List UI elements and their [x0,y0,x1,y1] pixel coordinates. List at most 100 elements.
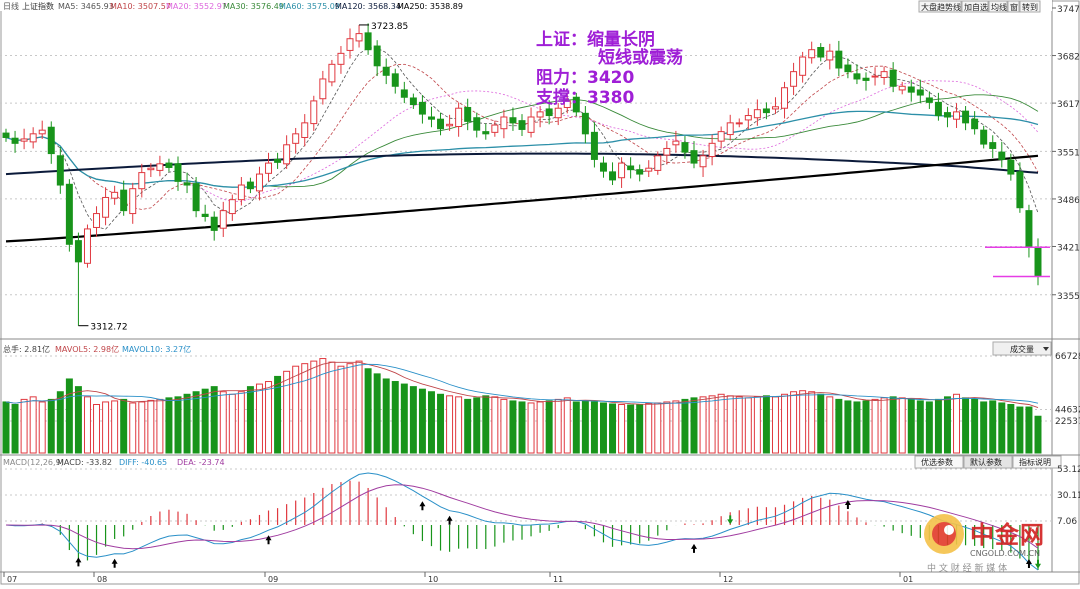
annotation-line-4: 支撑：3380 [536,87,634,108]
volume-bar [880,397,888,454]
volume-bar [292,365,300,454]
candle-body [473,117,481,131]
candle-body [120,189,128,212]
candle-body [971,118,979,130]
indicator-selector-label[interactable]: 成交量 [1010,344,1034,354]
volume-bar [509,400,517,454]
volume-bar [102,401,110,454]
candle-body [753,109,761,119]
candle-body [228,199,236,215]
volume-bar [563,397,571,454]
volume-bar [38,401,46,454]
toolbar-button-label[interactable]: 大盘趋势线 [921,2,961,12]
toolbar-button-label[interactable]: 加自选 [964,2,988,12]
volume-bar [1034,415,1042,454]
volume-bar [129,402,137,454]
volume-bar [889,396,897,454]
volume-bar [138,401,146,454]
candle-body [1034,246,1042,277]
volume-bar [844,400,852,454]
candle-body [962,110,970,124]
price-y-tick-label: 3747 [1057,5,1080,15]
volume-bar [817,393,825,454]
volume-bar [400,383,408,454]
volume-bar [11,404,19,454]
indicator-selector[interactable]: 成交量成交量 [992,341,1052,356]
price-y-tick-label: 3617 [1057,100,1080,110]
candle-body [11,137,19,144]
toolbar-button-3[interactable]: 窗 [1007,0,1020,13]
volume-bar [989,400,997,454]
candle-body [989,142,997,149]
macd-tab-label[interactable]: 指标说明 [1019,457,1051,467]
golden-cross-arrow-icon [75,557,82,567]
volume-bar [853,401,861,454]
volume-bar [1016,406,1024,454]
volume-bar [708,395,716,454]
ma-legend-item: MA5: 3465.93 [58,2,114,11]
toolbar-button-2[interactable]: 均线 [988,0,1008,13]
volume-bar [265,381,273,454]
macd-tab-2[interactable]: 指标说明 [1012,455,1062,469]
candle-body [862,77,870,81]
volume-bar [953,393,961,454]
candle-body [1016,171,1024,209]
macd-tab-label[interactable]: 默认参数 [970,457,1002,467]
price-y-tick-label: 3355 [1057,292,1080,302]
volume-bar [663,401,671,454]
candle-body [301,122,309,138]
volume-bar [599,402,607,454]
candle-body [455,107,463,128]
candle-body [129,188,137,215]
volume-bar [409,386,417,454]
candle-body [790,71,798,87]
toolbar-button-1[interactable]: 加自选 [961,0,989,13]
volume-bar [717,393,725,454]
toolbar-button-label[interactable]: 转到 [1022,2,1038,12]
volume-bar [201,388,209,454]
candle-body [672,140,680,146]
watermark-brand: 中金网 [970,521,1045,549]
candle-body [246,181,254,190]
macd-tab-label[interactable]: 优选参数 [921,457,953,467]
candle-body [292,133,300,144]
watermark-logo-dot [944,525,954,535]
macd-tab-1[interactable]: 默认参数 [963,455,1013,469]
candle-body [681,142,689,153]
candle-body [934,101,942,117]
candle-body [771,106,779,110]
volume-bar [47,398,55,454]
candle-body [735,122,743,125]
macd-tab-0[interactable]: 优选参数 [914,455,964,469]
low-price-label: 3312.72 [90,323,127,333]
volume-bar [681,398,689,454]
toolbar-button-0[interactable]: 大盘趋势线 [918,0,962,13]
candle-body [2,132,10,138]
candle-body [283,144,291,165]
candle-body [446,123,454,127]
volume-bar [835,398,843,454]
candle-body [56,155,64,186]
candle-body [382,66,390,76]
volume-bar [699,396,707,454]
candle-body [65,183,73,245]
golden-cross-arrow-icon [691,543,697,553]
candle-body [147,167,155,171]
toolbar-button-label[interactable]: 均线 [991,2,1007,12]
toolbar-button-4[interactable]: 转到 [1019,0,1041,13]
volume-bar [645,402,653,454]
volume-bar [74,386,82,454]
candle-body [880,71,888,78]
x-axis-label: 12 [723,575,733,584]
toolbar-button-label[interactable]: 窗 [1010,2,1018,12]
volume-bar [301,363,309,454]
volume-bar [65,378,73,454]
macd-y-tick-label: 7.06 [1057,517,1077,527]
candle-body [554,107,562,119]
candle-body [943,112,951,118]
volume-bar [391,381,399,454]
candle-body [618,162,626,179]
volume-bar [1025,406,1033,454]
volume-bar [491,396,499,454]
volume-bar [1007,404,1015,454]
